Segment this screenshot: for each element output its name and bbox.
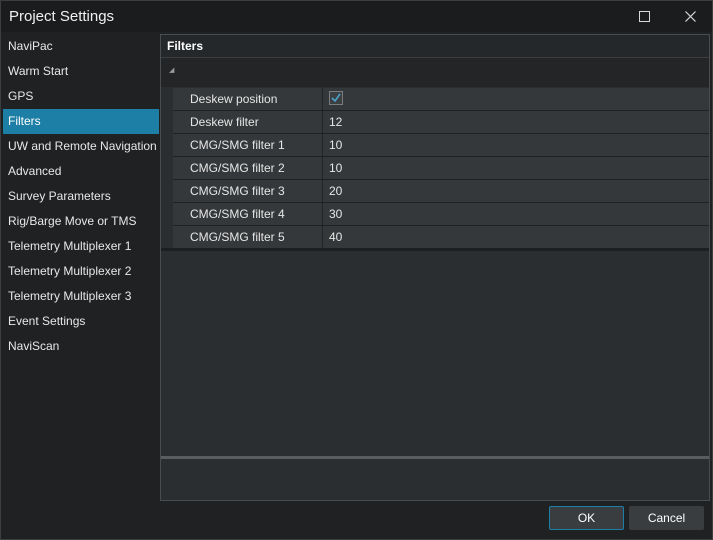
sidebar-item-navipac[interactable]: NaviPac	[3, 34, 159, 59]
panel-header: Filters	[161, 35, 709, 58]
sidebar-item-telemetry-multiplexer-2[interactable]: Telemetry Multiplexer 2	[3, 259, 159, 284]
settings-nav: NaviPac Warm Start GPS Filters UW and Remote…	[3, 34, 159, 502]
sidebar-item-naviscan[interactable]: NaviScan	[3, 334, 159, 359]
property-row[interactable]: CMG/SMG filter 5 40	[173, 226, 709, 249]
sidebar-item-filters[interactable]: Filters	[3, 109, 159, 134]
maximize-icon	[638, 11, 650, 22]
filters-panel: Filters ◢ Deskew position Deskew filter 12…	[160, 34, 710, 501]
title-bar[interactable]: Project Settings	[1, 1, 712, 32]
property-value[interactable]: 10	[323, 157, 709, 179]
property-grid: Deskew position Deskew filter 12 CMG/SMG fi…	[173, 88, 709, 249]
sidebar-item-rig-barge-move-or-tms[interactable]: Rig/Barge Move or TMS	[3, 209, 159, 234]
property-value[interactable]: 20	[323, 180, 709, 202]
sidebar-item-survey-parameters[interactable]: Survey Parameters	[3, 184, 159, 209]
property-label: CMG/SMG filter 3	[173, 180, 323, 202]
close-button[interactable]	[667, 1, 713, 32]
grid-bottom-border	[161, 248, 709, 251]
sidebar-item-telemetry-multiplexer-3[interactable]: Telemetry Multiplexer 3	[3, 284, 159, 309]
panel-title: Filters	[167, 39, 204, 53]
cancel-button[interactable]: Cancel	[629, 506, 704, 530]
sidebar-item-telemetry-multiplexer-1[interactable]: Telemetry Multiplexer 1	[3, 234, 159, 259]
deskew-position-checkbox[interactable]	[329, 91, 343, 105]
property-label: Deskew position	[173, 88, 323, 110]
sidebar-item-advanced[interactable]: Advanced	[3, 159, 159, 184]
property-label: CMG/SMG filter 4	[173, 203, 323, 225]
property-label: CMG/SMG filter 5	[173, 226, 323, 248]
property-label: CMG/SMG filter 2	[173, 157, 323, 179]
property-group-header[interactable]: ◢	[161, 58, 709, 87]
property-row[interactable]: Deskew filter 12	[173, 111, 709, 134]
property-row[interactable]: Deskew position	[173, 88, 709, 111]
property-row[interactable]: CMG/SMG filter 4 30	[173, 203, 709, 226]
maximize-button[interactable]	[621, 1, 667, 32]
checkmark-icon	[331, 93, 341, 103]
property-value[interactable]: 30	[323, 203, 709, 225]
collapse-triangle-icon[interactable]: ◢	[169, 66, 174, 74]
sidebar-item-warm-start[interactable]: Warm Start	[3, 59, 159, 84]
property-label: CMG/SMG filter 1	[173, 134, 323, 156]
property-value-cell[interactable]	[323, 88, 709, 110]
sidebar-item-event-settings[interactable]: Event Settings	[3, 309, 159, 334]
sidebar-item-uw-and-remote-navigation[interactable]: UW and Remote Navigation	[3, 134, 159, 159]
property-row[interactable]: CMG/SMG filter 3 20	[173, 180, 709, 203]
sidebar-item-gps[interactable]: GPS	[3, 84, 159, 109]
property-label: Deskew filter	[173, 111, 323, 133]
window-title: Project Settings	[9, 8, 115, 25]
ok-button[interactable]: OK	[549, 506, 624, 530]
close-icon	[684, 11, 696, 22]
property-row[interactable]: CMG/SMG filter 2 10	[173, 157, 709, 180]
property-value[interactable]: 10	[323, 134, 709, 156]
property-value[interactable]: 12	[323, 111, 709, 133]
description-panel	[161, 459, 709, 500]
property-row[interactable]: CMG/SMG filter 1 10	[173, 134, 709, 157]
property-value[interactable]: 40	[323, 226, 709, 248]
